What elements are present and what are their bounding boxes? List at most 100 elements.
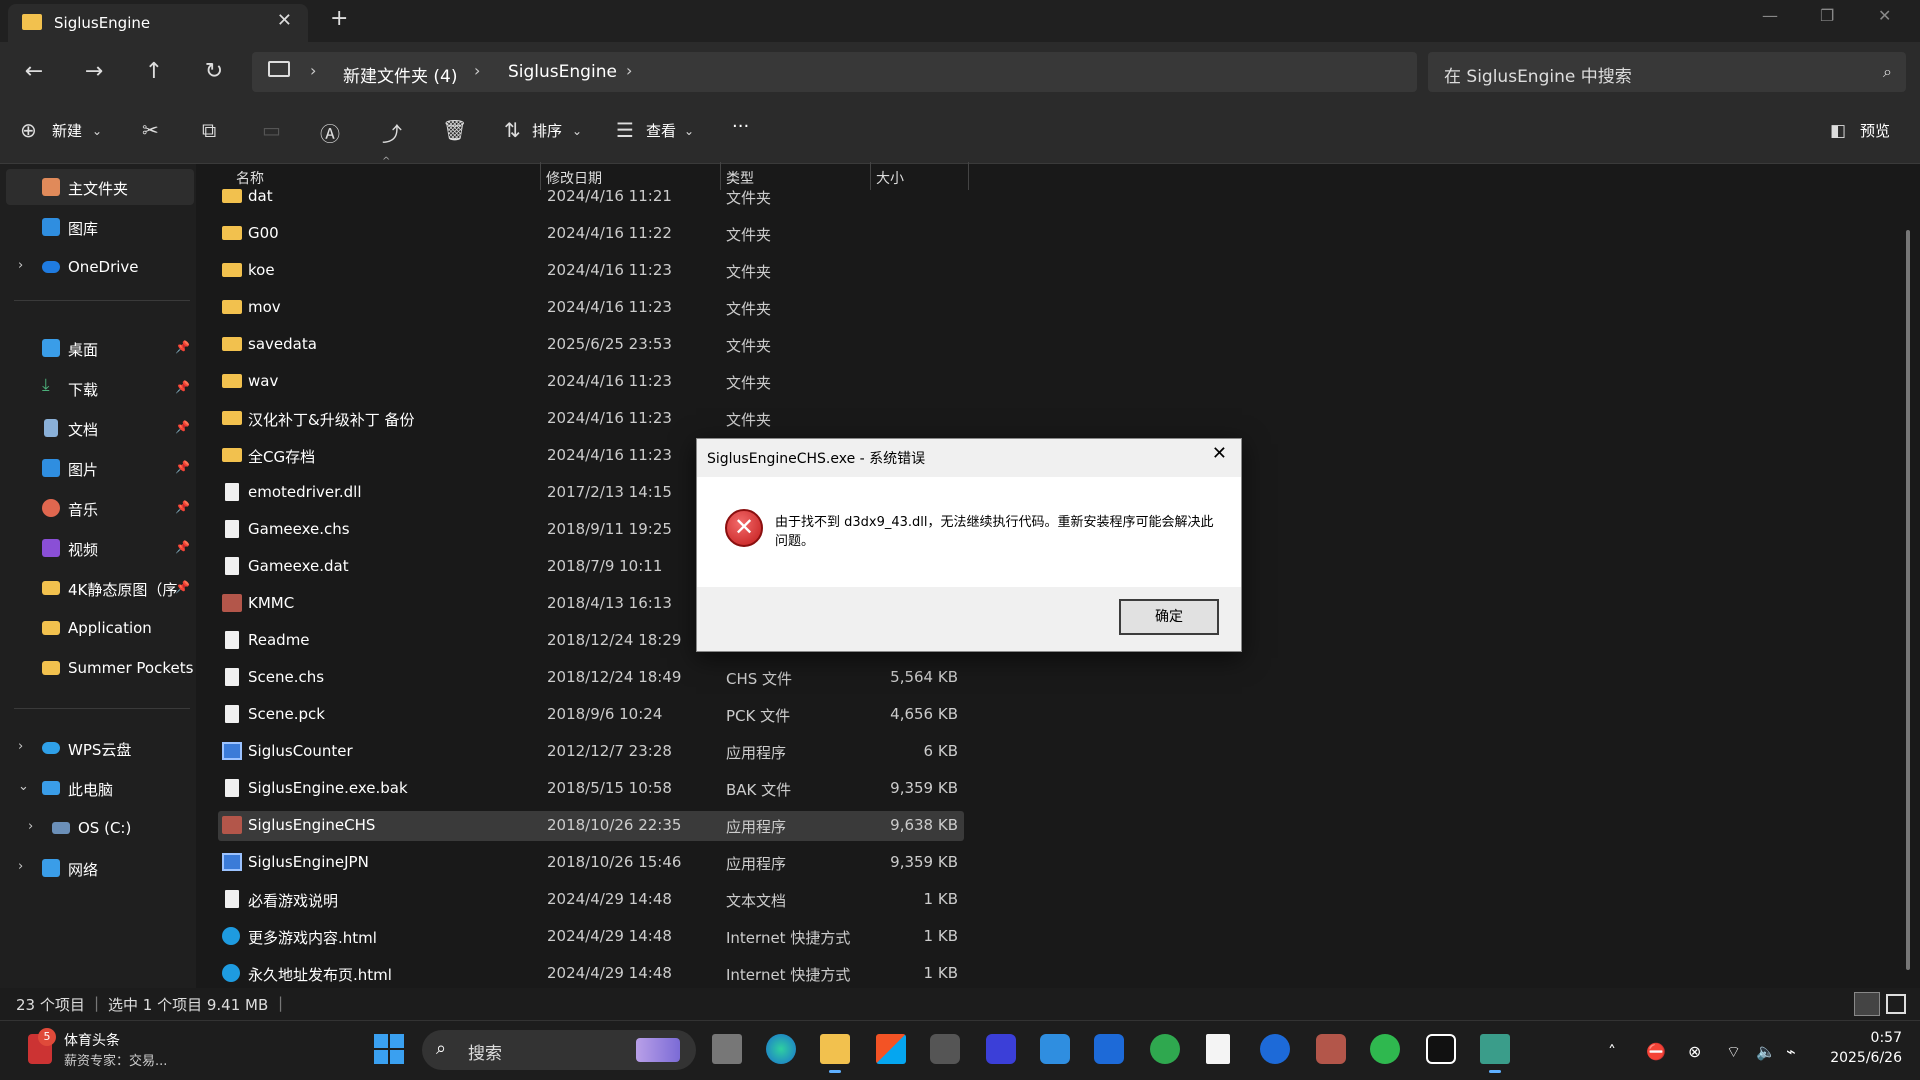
chevron-right-icon[interactable]: ›	[18, 859, 23, 874]
news-title[interactable]: 体育头条	[64, 1030, 120, 1050]
file-row[interactable]: koe 2024/4/16 11:23 文件夹	[218, 256, 964, 286]
feishu-icon[interactable]	[1040, 1034, 1070, 1064]
back-button[interactable]: ←	[20, 58, 48, 86]
file-row[interactable]: 汉化补丁&升级补丁 备份 2024/4/16 11:23 文件夹	[218, 404, 964, 434]
breadcrumb-item[interactable]: 新建文件夹 (4)	[343, 62, 457, 87]
sort-button[interactable]: 排序	[532, 120, 562, 141]
search-input[interactable]: 在 SiglusEngine 中搜索 ⌕	[1428, 52, 1906, 92]
delete-icon[interactable]: 🗑	[442, 118, 467, 142]
cube-app-icon[interactable]	[930, 1034, 960, 1064]
sidebar-item-pictures[interactable]: 图片 📌	[6, 450, 194, 486]
close-tab-button[interactable]: ✕	[277, 10, 292, 31]
minimize-button[interactable]: —	[1762, 6, 1778, 25]
tiles-view-button[interactable]	[1886, 994, 1906, 1014]
blank-document-icon[interactable]	[1206, 1034, 1230, 1064]
sidebar-item-onedrive[interactable]: › OneDrive	[6, 249, 194, 285]
file-row[interactable]: Scene.pck 2018/9/6 10:24 PCK 文件 4,656 KB	[218, 700, 964, 730]
file-row[interactable]: SiglusEngineCHS 2018/10/26 22:35 应用程序 9,638…	[218, 811, 964, 841]
chevron-down-icon[interactable]: ⌄	[18, 779, 29, 794]
tab-siglusengine[interactable]: SiglusEngine ✕	[8, 4, 308, 42]
taskbar-search[interactable]: ⌕ 搜索	[422, 1030, 696, 1070]
copy-icon[interactable]: ⧉	[202, 118, 216, 142]
details-view-button[interactable]	[1854, 992, 1880, 1016]
pin-icon[interactable]: 📌	[175, 380, 190, 394]
up-button[interactable]: ↑	[140, 58, 168, 86]
new-button[interactable]: 新建	[52, 120, 82, 141]
sidebar-item-home[interactable]: 主文件夹	[6, 169, 194, 205]
sidebar-item-music[interactable]: 音乐 📌	[6, 490, 194, 526]
sidebar-item-application[interactable]: Application	[6, 610, 194, 646]
breadcrumb-item[interactable]: SiglusEngine	[508, 62, 617, 82]
file-row[interactable]: G00 2024/4/16 11:22 文件夹	[218, 219, 964, 249]
network-off-icon[interactable]: ⛔	[1646, 1042, 1666, 1061]
pin-icon[interactable]: 📌	[175, 500, 190, 514]
sidebar-item-os-c[interactable]: › OS (C:)	[6, 810, 194, 846]
file-row[interactable]: Scene.chs 2018/12/24 18:49 CHS 文件 5,564 KB	[218, 663, 964, 693]
file-row[interactable]: savedata 2025/6/25 23:53 文件夹	[218, 330, 964, 360]
n-app-icon[interactable]	[1150, 1034, 1180, 1064]
notes-app-icon[interactable]	[986, 1034, 1016, 1064]
file-row[interactable]: SiglusEngineJPN 2018/10/26 15:46 应用程序 9,359…	[218, 848, 964, 878]
edge-icon[interactable]	[766, 1034, 796, 1064]
pin-icon[interactable]: 📌	[175, 420, 190, 434]
wechat-icon[interactable]	[1370, 1034, 1400, 1064]
chevron-right-icon[interactable]: ›	[626, 61, 632, 80]
rename-icon[interactable]: Ⓐ	[320, 118, 340, 147]
close-window-button[interactable]: ✕	[1878, 6, 1891, 25]
pin-icon[interactable]: 📌	[175, 540, 190, 554]
new-tab-button[interactable]: +	[330, 6, 348, 31]
paste-icon[interactable]: ▭	[262, 118, 281, 142]
sidebar-item-gallery[interactable]: 图库	[6, 209, 194, 245]
sidebar-item-network[interactable]: › 网络	[6, 850, 194, 886]
pin-icon[interactable]: 📌	[175, 340, 190, 354]
ok-button[interactable]: 确定	[1119, 599, 1219, 635]
chevron-right-icon[interactable]: ›	[18, 258, 23, 273]
restore-button[interactable]: ❐	[1820, 6, 1834, 25]
share-icon[interactable]: ⤴	[382, 118, 402, 147]
sidebar-item-videos[interactable]: 视频 📌	[6, 530, 194, 566]
column-divider[interactable]	[968, 162, 969, 190]
view-button[interactable]: 查看	[646, 120, 676, 141]
sidebar-item-documents[interactable]: 文档 📌	[6, 410, 194, 446]
file-row[interactable]: wav 2024/4/16 11:23 文件夹	[218, 367, 964, 397]
chevron-up-icon[interactable]: ˄	[1608, 1042, 1616, 1061]
forward-button[interactable]: →	[80, 58, 108, 86]
file-row[interactable]: SiglusEngine.exe.bak 2018/5/15 10:58 BAK 文…	[218, 774, 964, 804]
start-button[interactable]	[374, 1034, 404, 1064]
microsoft-store-icon[interactable]	[876, 1034, 906, 1064]
close-circle-icon[interactable]: ⊗	[1688, 1042, 1701, 1061]
scrollbar[interactable]	[1906, 230, 1910, 970]
sidebar-item-wps[interactable]: › WPS云盘	[6, 730, 194, 766]
news-subtitle[interactable]: 薪资专家：交易...	[64, 1050, 167, 1069]
sidebar-item-summer-pockets[interactable]: Summer Pockets	[6, 650, 194, 686]
file-row[interactable]: mov 2024/4/16 11:23 文件夹	[218, 293, 964, 323]
k-app-icon[interactable]	[1260, 1034, 1290, 1064]
battery-icon[interactable]: ⌁	[1786, 1042, 1796, 1061]
file-row[interactable]: 必看游戏说明 2024/4/29 14:48 文本文档 1 KB	[218, 885, 964, 915]
chevron-right-icon[interactable]: ›	[28, 819, 33, 834]
dialog-window-icon[interactable]	[1480, 1034, 1510, 1064]
chevron-right-icon[interactable]: ›	[18, 739, 23, 754]
file-row[interactable]: 更多游戏内容.html 2024/4/29 14:48 Internet 快捷方式 1…	[218, 922, 964, 952]
refresh-button[interactable]: ↻	[200, 58, 228, 86]
pin-icon[interactable]: 📌	[175, 460, 190, 474]
preview-button[interactable]: 预览	[1860, 120, 1890, 141]
sidebar-item-4k[interactable]: 4K静态原图（序 📌	[6, 570, 194, 606]
more-options-button[interactable]: ···	[732, 116, 749, 137]
sidebar-item-downloads[interactable]: ⤓ 下载 📌	[6, 370, 194, 406]
outlook-icon[interactable]	[1094, 1034, 1124, 1064]
capcut-icon[interactable]	[1426, 1034, 1456, 1064]
sidebar-item-desktop[interactable]: 桌面 📌	[6, 330, 194, 366]
clock-date[interactable]: 2025/6/26	[1824, 1050, 1902, 1066]
file-row[interactable]: dat 2024/4/16 11:21 文件夹	[218, 182, 964, 212]
dialog-close-button[interactable]: ✕	[1212, 443, 1227, 464]
siglus-engine-icon[interactable]	[1316, 1034, 1346, 1064]
file-row[interactable]: SiglusCounter 2012/12/7 23:28 应用程序 6 KB	[218, 737, 964, 767]
pin-icon[interactable]: 📌	[175, 580, 190, 594]
wifi-icon[interactable]: ⌔	[1726, 1042, 1741, 1062]
volume-icon[interactable]: 🔈	[1756, 1042, 1776, 1061]
file-explorer-icon[interactable]	[820, 1034, 850, 1064]
cut-icon[interactable]: ✂	[142, 118, 159, 142]
file-row[interactable]: 永久地址发布页.html 2024/4/29 14:48 Internet 快捷方式…	[218, 959, 964, 989]
task-view-icon[interactable]	[712, 1034, 742, 1064]
